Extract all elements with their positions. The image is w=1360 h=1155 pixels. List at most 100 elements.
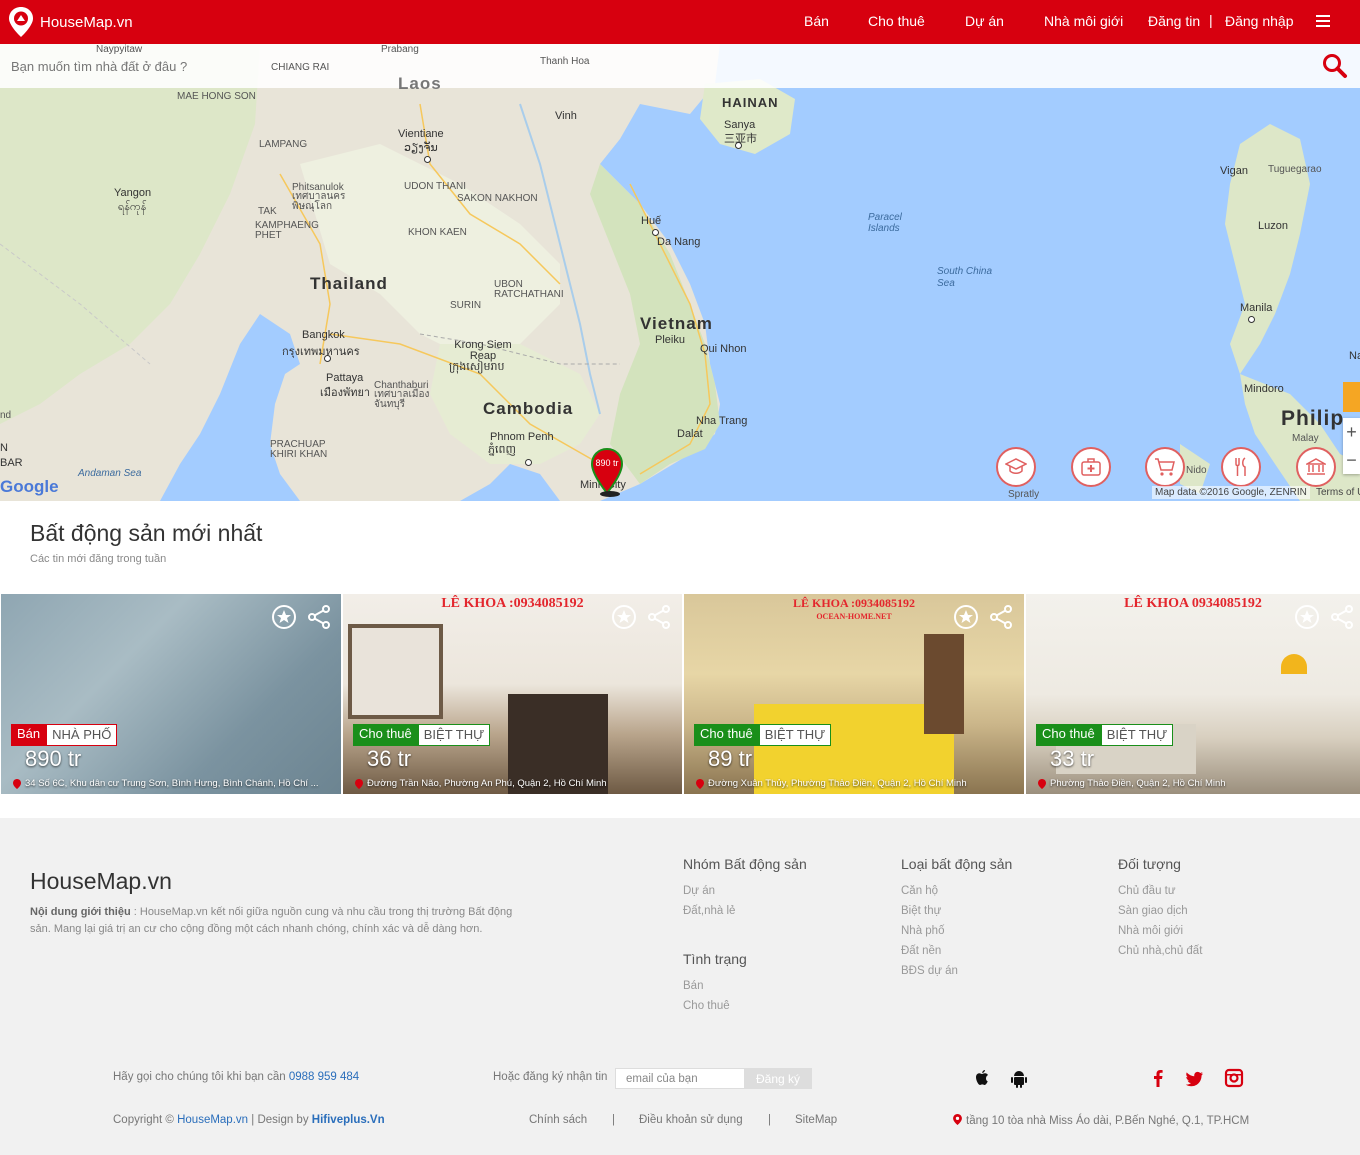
share-icon[interactable]	[988, 604, 1014, 630]
footer-link-du-an[interactable]: Dự án	[683, 885, 715, 897]
footer-link-sitemap[interactable]: SiteMap	[795, 1114, 837, 1126]
footer-link-nha-moi-gioi[interactable]: Nhà môi giới	[1118, 925, 1183, 937]
poi-bank-button[interactable]	[1296, 447, 1336, 487]
bank-icon	[1306, 458, 1326, 475]
footer-link-cho-thue[interactable]: Cho thuê	[683, 1000, 730, 1012]
twitter-icon[interactable]	[1184, 1069, 1204, 1089]
map-view[interactable]: Naypyitaw Prabang Thanh Hoa CHIANG RAI L…	[0, 44, 1360, 501]
favorite-star-icon[interactable]	[611, 604, 637, 630]
map-pin-logo-icon	[9, 7, 33, 37]
nav-nha-moi-gioi[interactable]: Nhà môi giới	[1044, 13, 1123, 29]
favorite-star-icon[interactable]	[953, 604, 979, 630]
nav-du-an[interactable]: Dự án	[965, 13, 1004, 29]
email-subscribe-input[interactable]	[615, 1068, 745, 1089]
copyright-link[interactable]: HouseMap.vn	[177, 1114, 248, 1126]
map-label-danang: Da Nang	[657, 236, 701, 248]
poi-restaurant-button[interactable]	[1221, 447, 1261, 487]
map-attribution: Map data ©2016 Google, ZENRIN	[1152, 486, 1310, 499]
section-title: Bất động sản mới nhất	[30, 520, 263, 546]
graduation-cap-icon	[1005, 458, 1027, 474]
poi-hospital-button[interactable]	[1071, 447, 1111, 487]
listing-type-badge: NHÀ PHỐ	[46, 724, 118, 746]
footer-link-nha-pho[interactable]: Nhà phố	[901, 925, 944, 937]
nav-ban[interactable]: Bán	[804, 13, 829, 29]
top-navbar: HouseMap.vn Bán Cho thuê Dự án Nhà môi g…	[0, 0, 1360, 44]
street-view-pegman-icon[interactable]	[1343, 382, 1360, 412]
poi-school-button[interactable]	[996, 447, 1036, 487]
footer-link-dat-nen[interactable]: Đất nền	[901, 945, 941, 957]
menu-icon[interactable]	[1316, 15, 1330, 27]
map-label-kamphaeng: KAMPHAENG PHET	[255, 220, 319, 241]
listing-status-badge: Cho thuê	[353, 724, 418, 746]
map-label-luzon: Luzon	[1258, 220, 1288, 232]
map-label-nhatrang: Nha Trang	[696, 415, 748, 427]
apple-icon[interactable]	[972, 1068, 992, 1088]
logo[interactable]: HouseMap.vn	[8, 6, 133, 38]
nav-dang-nhap[interactable]: Đăng nhập	[1225, 13, 1294, 29]
footer-link-dieu-khoan[interactable]: Điều khoản sử dụng	[639, 1114, 743, 1126]
listing-card[interactable]: LÊ KHOA :0934085192 OCEAN-HOME.NET Cho t…	[684, 594, 1024, 794]
listing-type-badge: BIỆT THỰ	[417, 724, 491, 746]
footer-link-bds-du-an[interactable]: BĐS dự án	[901, 965, 958, 977]
map-label-phitsanulok-local: เทศบาลนคร พิษณุโลก	[292, 191, 346, 212]
poi-shopping-button[interactable]	[1145, 447, 1185, 487]
footer-phone-link[interactable]: 0988 959 484	[289, 1071, 359, 1083]
map-terms-link[interactable]: Terms of U	[1313, 486, 1360, 499]
listing-tags: Bán NHÀ PHỐ	[11, 724, 118, 746]
shopping-cart-icon	[1155, 458, 1175, 476]
footer-link-can-ho[interactable]: Căn hộ	[901, 885, 938, 897]
map-label-pleiku: Pleiku	[655, 334, 685, 346]
listing-tags: Cho thuê BIỆT THỰ	[353, 724, 491, 746]
map-label-ubon: UBON RATCHATHANI	[494, 279, 564, 300]
city-dot-manila	[1248, 316, 1255, 323]
footer-link-separator: |	[612, 1114, 615, 1126]
share-icon[interactable]	[646, 604, 672, 630]
listing-card[interactable]: LÊ KHOA :0934085192 Cho thuê BIỆT THỰ 36…	[343, 594, 682, 794]
favorite-star-icon[interactable]	[1294, 604, 1320, 630]
listing-card[interactable]: Bán NHÀ PHỐ 890 tr 34 Số 6C, Khu dân cư …	[1, 594, 341, 794]
footer-link-san-giao-dich[interactable]: Sàn giao dịch	[1118, 905, 1188, 917]
brand-name: HouseMap.vn	[40, 13, 133, 31]
subscribe-button[interactable]: Đăng ký	[744, 1068, 812, 1089]
lamp-decor	[1281, 654, 1307, 674]
map-label-chiangrai: CHIANG RAI	[271, 62, 330, 73]
map-label-khonkaen: KHON KAEN	[408, 227, 467, 238]
footer-link-chinh-sach[interactable]: Chính sách	[529, 1114, 587, 1126]
footer-call-text: Hãy gọi cho chúng tôi khi bạn cần 0988 9…	[113, 1071, 360, 1083]
map-label-prabang: Prabang	[381, 44, 419, 55]
footer-link-chu-nha[interactable]: Chủ nhà,chủ đất	[1118, 945, 1202, 957]
listing-address: 34 Số 6C, Khu dân cư Trung Sơn, Bình Hưn…	[13, 778, 341, 789]
footer-heading-loai: Loại bất động sản	[901, 856, 1013, 872]
instagram-icon[interactable]	[1224, 1068, 1244, 1088]
listing-tags: Cho thuê BIỆT THỰ	[1036, 724, 1174, 746]
footer-link-separator: |	[768, 1114, 771, 1126]
favorite-star-icon[interactable]	[271, 604, 297, 630]
property-marker[interactable]: 890 tr	[590, 447, 630, 497]
location-pin-icon	[355, 779, 363, 789]
map-label-edge-na: Na	[1349, 350, 1360, 362]
zoom-out-icon[interactable]: −	[1343, 446, 1360, 474]
listing-card[interactable]: LÊ KHOA 0934085192 Cho thuê BIỆT THỰ 33 …	[1026, 594, 1360, 794]
restaurant-icon	[1235, 457, 1246, 476]
facebook-icon[interactable]	[1148, 1068, 1168, 1088]
footer-link-dat-nha-le[interactable]: Đất,nhà lẻ	[683, 905, 735, 917]
share-icon[interactable]	[1329, 604, 1355, 630]
designer-link[interactable]: Hifiveplus.Vn	[312, 1114, 385, 1126]
footer-link-chu-dau-tu[interactable]: Chủ đầu tư	[1118, 885, 1176, 897]
android-icon[interactable]	[1009, 1069, 1029, 1089]
nav-dang-tin[interactable]: Đăng tin	[1148, 13, 1200, 29]
map-label-siemreap-local: ក្រុងសៀមរាប	[449, 361, 505, 373]
search-input[interactable]	[0, 44, 1300, 88]
zoom-in-icon[interactable]: +	[1343, 418, 1360, 446]
search-icon[interactable]	[1322, 53, 1348, 79]
marker-price: 890 tr	[595, 458, 619, 468]
share-icon[interactable]	[306, 604, 332, 630]
location-pin-icon	[1038, 779, 1046, 789]
footer-link-biet-thu[interactable]: Biệt thự	[901, 905, 941, 917]
map-label-philippines: Philip	[1281, 407, 1345, 430]
map-label-prachuap: PRACHUAP KHIRI KHAN	[270, 439, 328, 460]
nav-cho-thue[interactable]: Cho thuê	[868, 13, 925, 29]
footer: HouseMap.vn Nội dung giới thiệu : HouseM…	[0, 818, 1360, 1155]
footer-link-ban[interactable]: Bán	[683, 980, 703, 992]
map-label-vigan: Vigan	[1220, 165, 1248, 177]
